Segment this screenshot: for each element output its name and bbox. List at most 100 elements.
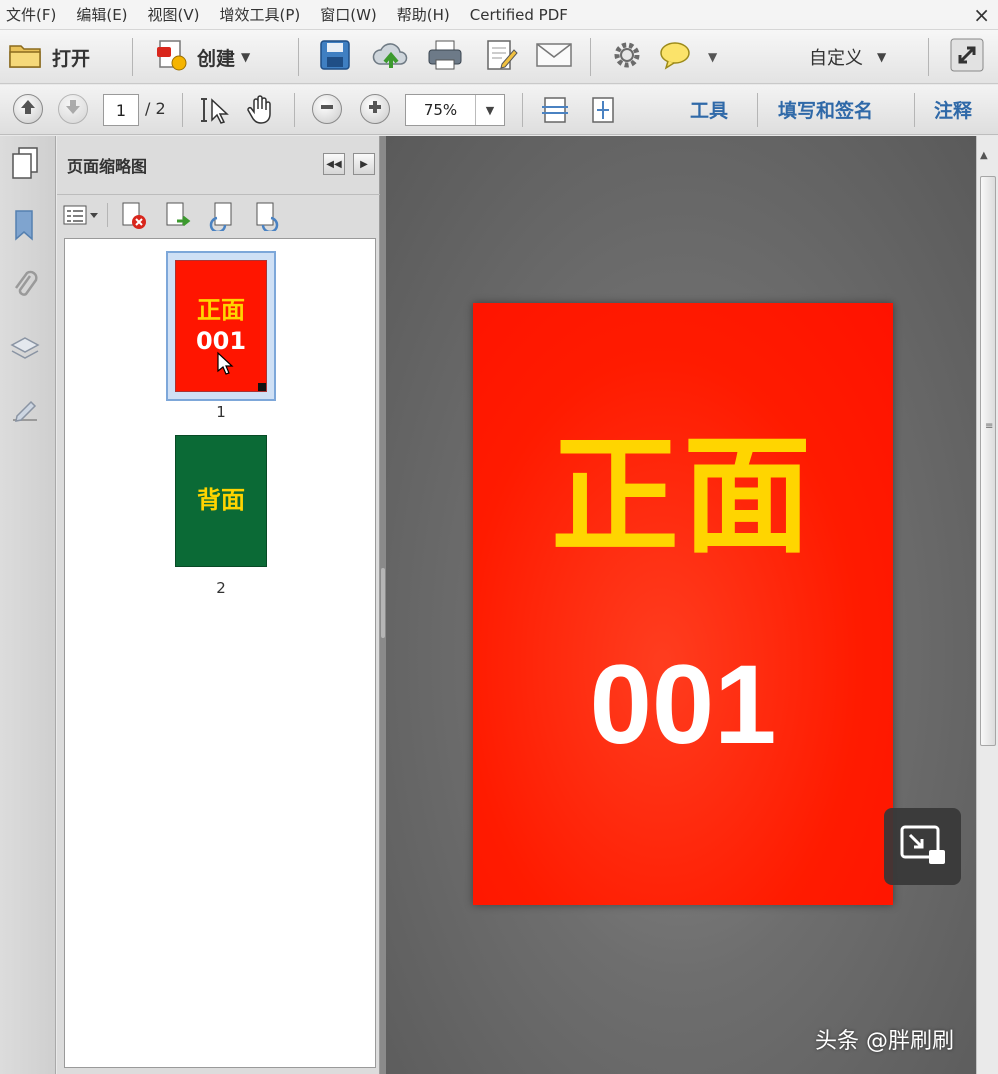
comment-button[interactable] <box>658 38 692 76</box>
create-button[interactable]: 创建 ▼ <box>155 38 250 76</box>
rotate-right-button[interactable] <box>253 201 285 235</box>
next-page-button[interactable] <box>58 94 88 124</box>
create-pdf-icon <box>155 38 189 76</box>
resize-handle-icon <box>258 383 266 391</box>
page-total: / 2 <box>145 99 166 118</box>
toolbar-divider <box>757 93 758 127</box>
double-chevron-left-icon: ◀◀ <box>326 159 341 170</box>
cursor-icon <box>216 351 234 379</box>
open-label: 打开 <box>52 44 90 71</box>
zoom-in-button[interactable] <box>360 94 390 124</box>
previous-page-button[interactable] <box>13 94 43 124</box>
print-icon <box>427 38 463 76</box>
menu-window[interactable]: 窗口(W) <box>310 4 387 25</box>
email-icon <box>535 40 573 74</box>
scroll-grip-icon: ≡ <box>985 425 991 428</box>
signature-icon[interactable] <box>8 394 42 428</box>
rotate-left-icon <box>207 216 239 235</box>
plus-icon <box>367 99 383 119</box>
thumbnail-title: 背面 <box>197 485 245 516</box>
save-button[interactable] <box>318 38 352 76</box>
fill-and-sign-button[interactable]: 填写和签名 <box>778 96 873 123</box>
panel-options-button[interactable]: ▶ <box>353 153 375 175</box>
panel-header: 页面缩略图 ◀◀ ▶ <box>57 136 380 192</box>
hand-icon <box>246 111 276 130</box>
scrollbar-thumb[interactable]: ≡ <box>980 176 996 746</box>
edit-document-icon <box>484 38 518 76</box>
vertical-scrollbar[interactable]: ▲ ≡ <box>976 136 998 1074</box>
menu-plugins[interactable]: 增效工具(P) <box>210 4 311 25</box>
watermark: 头条 @胖刷刷 <box>815 1023 954 1055</box>
comment-pane-button[interactable]: 注释 <box>934 96 972 123</box>
settings-button[interactable] <box>611 38 643 76</box>
fit-page-button[interactable] <box>540 95 570 129</box>
toolbar-divider <box>298 38 299 76</box>
chevron-down-icon: ▼ <box>241 50 250 64</box>
comment-icon <box>658 39 692 75</box>
toolbar-divider <box>182 93 183 127</box>
menu-help[interactable]: 帮助(H) <box>387 4 460 25</box>
customize-label: 自定义 <box>809 44 863 70</box>
settings-icon <box>611 39 643 75</box>
menu-edit[interactable]: 编辑(E) <box>66 4 137 25</box>
panel-title: 页面缩略图 <box>67 153 147 177</box>
collapse-panel-button[interactable]: ◀◀ <box>323 153 345 175</box>
page-serial-number: 001 <box>473 649 893 761</box>
layers-icon[interactable] <box>8 332 42 366</box>
chevron-down-icon: ▼ <box>476 95 504 125</box>
select-cursor-icon <box>200 110 230 129</box>
fit-width-button[interactable] <box>588 95 618 129</box>
attachment-icon[interactable] <box>8 268 42 302</box>
customize-button[interactable]: 自定义 ▼ <box>801 38 886 76</box>
fit-width-icon <box>588 110 618 129</box>
chevron-down-icon: ▼ <box>877 50 886 64</box>
thumbnail-page-number: 1 <box>211 403 231 421</box>
document-viewer: 正面 001 <box>386 136 976 1074</box>
arrow-down-icon <box>64 98 82 120</box>
page-thumbnail-2[interactable]: 背面 <box>175 435 267 567</box>
zoom-out-button[interactable] <box>312 94 342 124</box>
page-number-input[interactable]: 1 <box>103 94 139 126</box>
full-screen-button[interactable] <box>950 38 984 76</box>
rotate-left-button[interactable] <box>207 201 239 235</box>
thumbnail-options-button[interactable] <box>63 203 101 231</box>
close-document-button[interactable]: × <box>973 3 990 27</box>
scroll-up-arrow-icon[interactable]: ▲ <box>980 150 988 161</box>
splitter-grip[interactable] <box>381 568 385 638</box>
page-thumbnails-panel: 页面缩略图 ◀◀ ▶ 正面 001 1 <box>57 136 380 1074</box>
menu-file[interactable]: 文件(F) <box>0 4 66 25</box>
rotate-right-icon <box>253 216 285 235</box>
toolbar-divider <box>107 203 108 227</box>
delete-page-icon <box>119 216 151 235</box>
print-button[interactable] <box>427 38 463 76</box>
list-options-icon <box>63 212 101 231</box>
fit-page-icon <box>540 110 570 129</box>
toolbar-divider <box>914 93 915 127</box>
edit-document-button[interactable] <box>484 38 518 76</box>
toolbar-options-button[interactable]: ▼ <box>708 38 717 76</box>
insert-page-button[interactable] <box>163 201 195 235</box>
tools-pane-button[interactable]: 工具 <box>690 96 728 123</box>
page-thumbnails-icon[interactable] <box>8 146 42 180</box>
main-toolbar: 打开 创建 ▼ <box>0 30 998 84</box>
page-thumbnail-1[interactable]: 正面 001 <box>175 260 267 392</box>
menu-certified-pdf[interactable]: Certified PDF <box>460 6 578 24</box>
hand-tool-button[interactable] <box>246 94 276 130</box>
delete-page-button[interactable] <box>119 201 151 235</box>
picture-in-picture-button[interactable] <box>884 808 961 885</box>
zoom-select[interactable]: 75% ▼ <box>405 94 505 126</box>
email-button[interactable] <box>535 38 573 76</box>
menu-bar: 文件(F) 编辑(E) 视图(V) 增效工具(P) 窗口(W) 帮助(H) Ce… <box>0 0 998 30</box>
menu-view[interactable]: 视图(V) <box>138 4 210 25</box>
open-button[interactable]: 打开 <box>8 38 90 76</box>
picture-in-picture-icon <box>899 824 947 870</box>
thumbnail-title: 正面 <box>197 295 245 326</box>
upload-button[interactable] <box>372 38 410 76</box>
document-page: 正面 001 <box>473 303 893 905</box>
save-icon <box>318 38 352 76</box>
page-heading: 正面 <box>473 433 893 561</box>
expand-icon <box>950 38 984 76</box>
bookmark-icon[interactable] <box>8 208 42 242</box>
select-tool-button[interactable] <box>200 95 230 129</box>
zoom-value: 75% <box>406 95 476 125</box>
